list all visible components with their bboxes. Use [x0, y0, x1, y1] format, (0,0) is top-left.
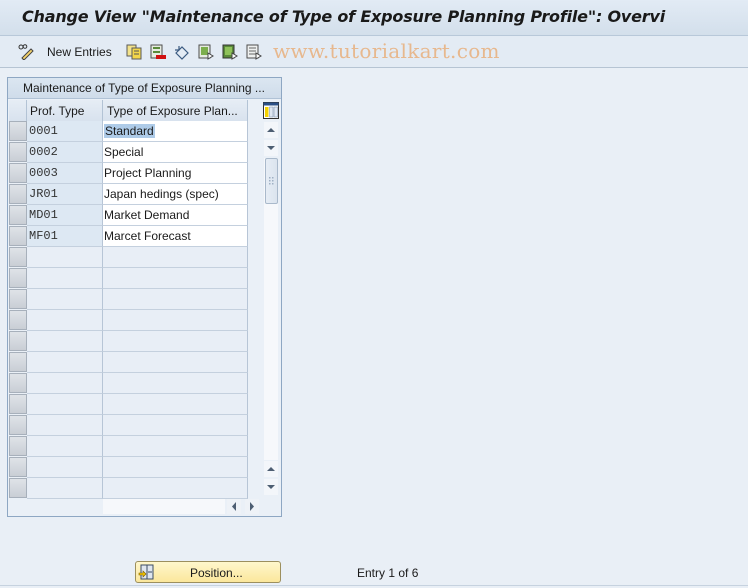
scroll-down-button[interactable]	[264, 140, 278, 156]
selected-text: Standard	[104, 124, 155, 138]
delete-icon[interactable]	[150, 44, 166, 60]
cell-prof-type[interactable]: JR01	[27, 184, 103, 205]
scroll-left-button[interactable]	[227, 499, 241, 514]
cell-description[interactable]: Market Demand	[103, 205, 248, 226]
table-settings-icon[interactable]	[263, 102, 279, 119]
cell-description	[103, 331, 248, 352]
page-title: Change View "Maintenance of Type of Expo…	[22, 7, 666, 26]
row-selector[interactable]	[9, 142, 27, 162]
row-selector[interactable]	[9, 184, 27, 204]
cell-description	[103, 268, 248, 289]
new-entries-button[interactable]: New Entries	[47, 45, 112, 59]
select-all-icon[interactable]	[198, 44, 214, 60]
cell-prof-type[interactable]: 0003	[27, 163, 103, 184]
row-selector[interactable]	[9, 394, 27, 414]
cell-prof-type	[27, 457, 103, 478]
title-bar: Change View "Maintenance of Type of Expo…	[0, 0, 748, 36]
row-selector[interactable]	[9, 457, 27, 477]
table-control: Maintenance of Type of Exposure Planning…	[7, 77, 282, 517]
position-button[interactable]: Position...	[135, 561, 281, 583]
position-button-label: Position...	[190, 566, 243, 580]
cell-description	[103, 289, 248, 310]
row-selector[interactable]	[9, 268, 27, 288]
scroll-right-button[interactable]	[245, 499, 259, 514]
entry-counter: Entry 1 of 6	[357, 566, 419, 580]
cell-description[interactable]: Standard	[103, 121, 248, 142]
row-selector[interactable]	[9, 436, 27, 456]
cell-description	[103, 352, 248, 373]
cell-prof-type	[27, 436, 103, 457]
row-selector[interactable]	[9, 331, 27, 351]
cell-prof-type	[27, 373, 103, 394]
row-selector[interactable]	[9, 226, 27, 246]
page-down-button[interactable]	[264, 479, 278, 495]
row-selector[interactable]	[9, 415, 27, 435]
cell-prof-type	[27, 268, 103, 289]
undo-change-icon[interactable]	[174, 44, 190, 60]
cell-description[interactable]: Japan hedings (spec)	[103, 184, 248, 205]
cell-description	[103, 457, 248, 478]
vertical-scrollbar-thumb[interactable]	[265, 158, 278, 204]
column-header-description[interactable]: Type of Exposure Plan...	[103, 100, 248, 121]
cell-prof-type	[27, 247, 103, 268]
column-header-prof-type[interactable]: Prof. Type	[27, 100, 103, 121]
cell-description	[103, 436, 248, 457]
deselect-all-icon[interactable]	[246, 44, 262, 60]
position-icon	[138, 564, 154, 580]
page-up-button[interactable]	[264, 461, 278, 477]
cell-description[interactable]: Special	[103, 142, 248, 163]
cell-description	[103, 478, 248, 499]
table-caption: Maintenance of Type of Exposure Planning…	[8, 78, 281, 99]
cell-prof-type	[27, 394, 103, 415]
horizontal-scrollbar-track[interactable]	[103, 499, 225, 514]
cell-prof-type	[27, 331, 103, 352]
cell-prof-type[interactable]: 0001	[27, 121, 103, 142]
cell-description[interactable]: Marcet Forecast	[103, 226, 248, 247]
cell-prof-type	[27, 352, 103, 373]
row-selector[interactable]	[9, 205, 27, 225]
row-selector[interactable]	[9, 373, 27, 393]
cell-description	[103, 415, 248, 436]
row-selector[interactable]	[9, 247, 27, 267]
row-selector[interactable]	[9, 121, 27, 141]
row-selector[interactable]	[9, 352, 27, 372]
row-selector[interactable]	[9, 289, 27, 309]
select-all-rows-button[interactable]	[9, 100, 27, 121]
row-selector[interactable]	[9, 310, 27, 330]
cell-prof-type[interactable]: MD01	[27, 205, 103, 226]
cell-description	[103, 394, 248, 415]
row-selector[interactable]	[9, 478, 27, 498]
cell-prof-type[interactable]: 0002	[27, 142, 103, 163]
select-block-icon[interactable]	[222, 44, 238, 60]
cell-prof-type	[27, 415, 103, 436]
cell-description[interactable]: Project Planning	[103, 163, 248, 184]
application-toolbar: New Entries www.tutorialkart.com	[0, 36, 748, 68]
footer-divider	[0, 585, 748, 586]
scroll-up-button[interactable]	[264, 122, 278, 138]
display-change-icon[interactable]	[18, 44, 34, 61]
cell-prof-type[interactable]: MF01	[27, 226, 103, 247]
cell-prof-type	[27, 289, 103, 310]
cell-description	[103, 373, 248, 394]
row-selector[interactable]	[9, 163, 27, 183]
cell-description	[103, 310, 248, 331]
cell-prof-type	[27, 478, 103, 499]
cell-prof-type	[27, 310, 103, 331]
copy-as-icon[interactable]	[126, 44, 142, 60]
cell-description	[103, 247, 248, 268]
watermark-text: www.tutorialkart.com	[273, 39, 500, 63]
